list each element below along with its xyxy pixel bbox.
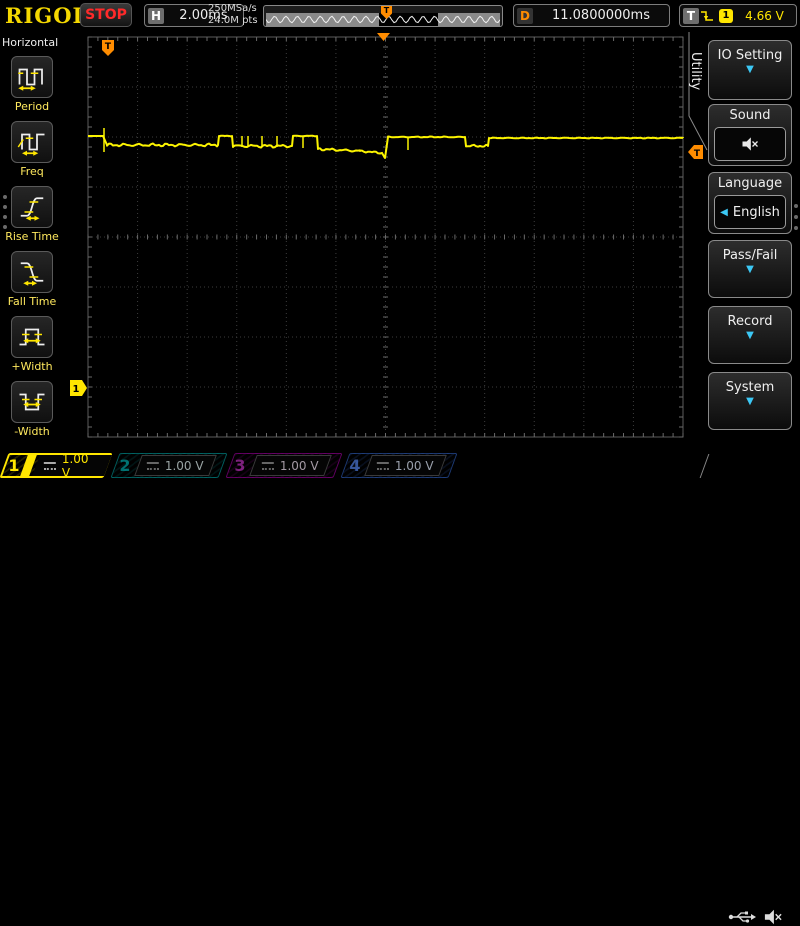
page-dot: [3, 205, 7, 209]
rigol-logo: RIGOL: [5, 3, 88, 28]
period-icon: [17, 62, 47, 92]
menu-item-system[interactable]: System ▼: [708, 372, 792, 430]
falling-edge-icon: [699, 8, 715, 24]
rise-time-icon: [17, 192, 47, 222]
usb-icon: [728, 909, 756, 925]
svg-text:1: 1: [73, 384, 80, 395]
channel-scale: 1.00 V: [165, 459, 204, 473]
channel-number: 2: [115, 456, 135, 475]
page-dot: [3, 215, 7, 219]
chevron-down-icon: ▼: [709, 63, 791, 77]
menu-item-freq[interactable]: Freq: [0, 121, 64, 178]
menu-item-period[interactable]: Period: [0, 56, 64, 113]
scope-display: T T 1 Utility: [64, 32, 710, 452]
chevron-down-icon: ▼: [709, 329, 791, 343]
menu-item-neg-width[interactable]: -Width: [0, 381, 64, 438]
dc-coupling-icon: [44, 462, 56, 470]
minus-width-icon: [17, 387, 47, 417]
channel-3-block[interactable]: 3 1.00 V: [230, 453, 338, 478]
menu-item-label: +Width: [0, 360, 64, 373]
delay-tag: D: [517, 8, 533, 24]
language-value: English: [733, 205, 780, 220]
svg-text:T: T: [105, 42, 112, 52]
menu-item-label: Record: [709, 307, 791, 329]
page-dot: [3, 195, 7, 199]
menu-item-record[interactable]: Record ▼: [708, 306, 792, 364]
channel-1-block[interactable]: 1 1.00 V: [4, 453, 108, 478]
status-divider: [700, 454, 710, 478]
page-dot: [794, 215, 798, 219]
page-dot: [3, 225, 7, 229]
menu-item-label: Rise Time: [0, 230, 64, 243]
top-status-bar: RIGOL STOP H 2.00ms 250MSa/s 24.0M pts T…: [0, 0, 800, 32]
fall-time-icon: [17, 257, 47, 287]
freq-icon: [17, 127, 47, 157]
menu-item-pos-width[interactable]: +Width: [0, 316, 64, 373]
channel-2-block[interactable]: 2 1.00 V: [115, 453, 223, 478]
trigger-source-badge: 1: [719, 9, 733, 23]
channel-status-bar: 1 1.00 V 2 1.00 V 3 1.00 V: [0, 452, 800, 480]
run-stop-state[interactable]: STOP: [80, 3, 132, 27]
chevron-left-icon: ◀: [720, 207, 728, 218]
utility-menu: IO Setting ▼ Sound Language ◀ English Pa…: [686, 32, 800, 452]
page-dot: [794, 226, 798, 230]
dc-coupling-icon: [377, 462, 389, 470]
chevron-down-icon: ▼: [709, 263, 791, 277]
channel-number: 3: [230, 456, 250, 475]
channel-scale: 1.00 V: [62, 452, 100, 480]
channel-4-block[interactable]: 4 1.00 V: [345, 453, 453, 478]
menu-item-label: Freq: [0, 165, 64, 178]
page-dot: [794, 204, 798, 208]
trigger-delay-panel[interactable]: D 11.0800000ms: [513, 4, 670, 27]
menu-item-label: IO Setting: [709, 41, 791, 63]
speaker-muted-icon: [740, 135, 760, 153]
channel-number: 4: [345, 456, 365, 475]
left-menu-title: Horizontal: [2, 36, 58, 49]
sample-rate: 250MSa/s: [208, 3, 258, 15]
delay-value: 11.0800000ms: [533, 8, 669, 23]
menu-item-label: System: [709, 373, 791, 395]
menu-item-io-setting[interactable]: IO Setting ▼: [708, 40, 792, 100]
menu-item-rise-time[interactable]: Rise Time: [0, 186, 64, 243]
h-tag: H: [148, 8, 164, 24]
channel1-ground-marker[interactable]: 1: [70, 380, 87, 396]
chevron-down-icon: ▼: [709, 395, 791, 409]
dc-coupling-icon: [262, 462, 274, 470]
menu-item-label: Sound: [709, 105, 791, 123]
menu-item-label: Pass/Fail: [709, 241, 791, 263]
menu-item-label: Fall Time: [0, 295, 64, 308]
menu-item-label: Language: [709, 173, 791, 191]
acquisition-info: 250MSa/s 24.0M pts: [208, 3, 258, 27]
memory-depth: 24.0M pts: [208, 15, 258, 27]
menu-item-label: -Width: [0, 425, 64, 438]
channel-scale: 1.00 V: [280, 459, 319, 473]
dc-coupling-icon: [147, 462, 159, 470]
menu-item-fall-time[interactable]: Fall Time: [0, 251, 64, 308]
menu-item-label: Period: [0, 100, 64, 113]
trigger-level-value: 4.66 V: [733, 9, 796, 23]
memory-waveform-preview[interactable]: T: [263, 5, 503, 27]
trigger-panel[interactable]: T 1 4.66 V: [679, 4, 797, 27]
horizontal-measure-menu: Horizontal Period Freq Rise Time: [0, 32, 64, 452]
menu-item-pass-fail[interactable]: Pass/Fail ▼: [708, 240, 792, 298]
trigger-tag: T: [683, 8, 699, 24]
menu-item-sound[interactable]: Sound: [708, 104, 792, 166]
plus-width-icon: [17, 322, 47, 352]
channel-scale: 1.00 V: [395, 459, 434, 473]
speaker-muted-icon: [762, 908, 784, 926]
menu-item-language[interactable]: Language ◀ English: [708, 172, 792, 234]
